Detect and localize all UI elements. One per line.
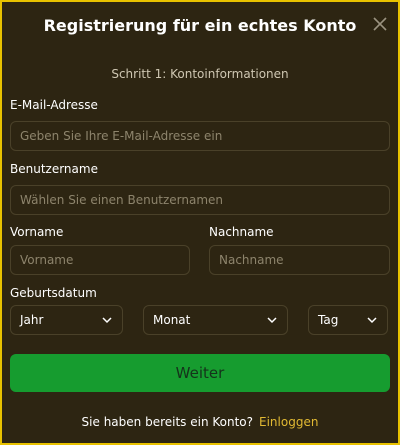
- registration-modal: Registrierung für ein echtes Konto Schri…: [2, 2, 398, 443]
- day-select[interactable]: Tag: [308, 305, 388, 335]
- step-indicator: Schritt 1: Kontoinformationen: [111, 67, 289, 81]
- chevron-down-icon: [267, 316, 277, 324]
- login-prompt: Sie haben bereits ein Konto? Einloggen: [2, 415, 398, 429]
- username-label: Benutzername: [10, 162, 98, 176]
- username-field-wrapper: [10, 185, 390, 215]
- email-field[interactable]: [11, 122, 389, 150]
- next-button[interactable]: Weiter: [10, 354, 390, 392]
- lastname-field[interactable]: [210, 246, 389, 274]
- year-select[interactable]: Jahr: [10, 305, 123, 335]
- email-field-wrapper: [10, 121, 390, 151]
- lastname-field-wrapper: [209, 245, 390, 275]
- close-button[interactable]: [370, 14, 390, 34]
- day-select-value: Tag: [318, 313, 339, 327]
- chevron-down-icon: [102, 316, 112, 324]
- modal-title: Registrierung für ein echtes Konto: [43, 16, 357, 35]
- close-icon: [373, 17, 387, 31]
- month-select-value: Monat: [153, 313, 191, 327]
- month-select[interactable]: Monat: [143, 305, 288, 335]
- year-select-value: Jahr: [20, 313, 44, 327]
- lastname-label: Nachname: [209, 225, 274, 239]
- firstname-field-wrapper: [10, 245, 190, 275]
- firstname-label: Vorname: [10, 225, 64, 239]
- username-field[interactable]: [11, 186, 389, 214]
- firstname-field[interactable]: [11, 246, 189, 274]
- birthdate-label: Geburtsdatum: [10, 286, 97, 300]
- email-label: E-Mail-Adresse: [10, 98, 98, 112]
- chevron-down-icon: [367, 316, 377, 324]
- login-link[interactable]: Einloggen: [259, 415, 318, 429]
- login-question: Sie haben bereits ein Konto?: [81, 415, 254, 429]
